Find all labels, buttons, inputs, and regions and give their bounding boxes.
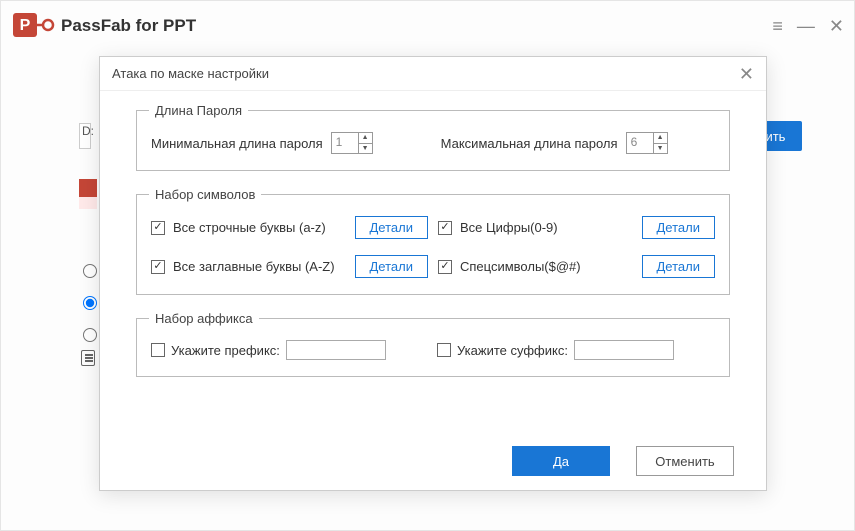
lowercase-detail-button[interactable]: Детали	[355, 216, 429, 239]
symbols-checkbox[interactable]	[438, 260, 452, 274]
cancel-button[interactable]: Отменить	[636, 446, 734, 476]
suffix-checkbox[interactable]	[437, 343, 451, 357]
digits-label: Все Цифры(0-9)	[460, 220, 558, 235]
charset-uppercase-row: Все заглавные буквы (A-Z) Детали	[151, 255, 428, 278]
password-length-legend: Длина Пароля	[149, 103, 248, 118]
charset-digits-row: Все Цифры(0-9) Детали	[438, 216, 715, 239]
charset-symbols-row: Спецсимволы($@#) Детали	[438, 255, 715, 278]
prefix-checkbox[interactable]	[151, 343, 165, 357]
max-length-value: 6	[627, 133, 653, 153]
affix-group: Набор аффикса Укажите префикс: Укажите с…	[136, 311, 730, 377]
digits-detail-button[interactable]: Детали	[642, 216, 716, 239]
dialog-footer: Да Отменить	[512, 446, 734, 476]
min-length-value: 1	[332, 133, 358, 153]
max-length-down-icon[interactable]: ▼	[654, 143, 667, 154]
background-tab-highlight	[79, 197, 97, 209]
app-logo: P	[13, 8, 55, 44]
attack-option-radio-3[interactable]	[83, 328, 97, 342]
attack-option-radio-2[interactable]	[83, 296, 97, 310]
charset-legend: Набор символов	[149, 187, 261, 202]
prefix-label: Укажите префикс:	[171, 343, 280, 358]
mask-attack-settings-dialog: Атака по маске настройки ✕ Длина Пароля …	[99, 56, 767, 491]
dialog-title: Атака по маске настройки	[112, 66, 269, 81]
digits-checkbox[interactable]	[438, 221, 452, 235]
min-length-spinner[interactable]: 1 ▲ ▼	[331, 132, 373, 154]
dialog-header: Атака по маске настройки ✕	[100, 57, 766, 91]
symbols-detail-button[interactable]: Детали	[642, 255, 716, 278]
prefix-input[interactable]	[286, 340, 386, 360]
lowercase-checkbox[interactable]	[151, 221, 165, 235]
file-path-input[interactable]: D:	[79, 123, 91, 149]
min-length-label: Минимальная длина пароля	[151, 136, 323, 151]
app-title: PassFab for PPT	[61, 16, 196, 36]
max-length-spinner[interactable]: 6 ▲ ▼	[626, 132, 668, 154]
max-length-up-icon[interactable]: ▲	[654, 133, 667, 143]
svg-text:P: P	[20, 17, 31, 34]
max-length-label: Максимальная длина пароля	[441, 136, 618, 151]
dialog-body: Длина Пароля Минимальная длина пароля 1 …	[100, 91, 766, 377]
min-length-up-icon[interactable]: ▲	[359, 133, 372, 143]
ok-button[interactable]: Да	[512, 446, 610, 476]
uppercase-label: Все заглавные буквы (A-Z)	[173, 259, 335, 274]
list-icon	[81, 350, 95, 366]
min-length-down-icon[interactable]: ▼	[359, 143, 372, 154]
password-length-group: Длина Пароля Минимальная длина пароля 1 …	[136, 103, 730, 171]
dialog-close-icon[interactable]: ✕	[739, 65, 754, 83]
main-window: P PassFab for PPT ≡ — ✕ D: вить Атака по…	[0, 0, 855, 531]
background-tab-indicator	[79, 179, 97, 197]
uppercase-detail-button[interactable]: Детали	[355, 255, 429, 278]
minimize-icon[interactable]: —	[797, 17, 815, 35]
lowercase-label: Все строчные буквы (a-z)	[173, 220, 326, 235]
title-bar: P PassFab for PPT ≡ — ✕	[1, 1, 854, 51]
suffix-input[interactable]	[574, 340, 674, 360]
uppercase-checkbox[interactable]	[151, 260, 165, 274]
suffix-label: Укажите суффикс:	[457, 343, 568, 358]
charset-lowercase-row: Все строчные буквы (a-z) Детали	[151, 216, 428, 239]
menu-icon[interactable]: ≡	[772, 17, 783, 35]
symbols-label: Спецсимволы($@#)	[460, 259, 581, 274]
close-icon[interactable]: ✕	[829, 17, 844, 35]
affix-legend: Набор аффикса	[149, 311, 259, 326]
charset-group: Набор символов Все строчные буквы (a-z) …	[136, 187, 730, 295]
window-controls: ≡ — ✕	[772, 17, 844, 35]
attack-option-radio-1[interactable]	[83, 264, 97, 278]
